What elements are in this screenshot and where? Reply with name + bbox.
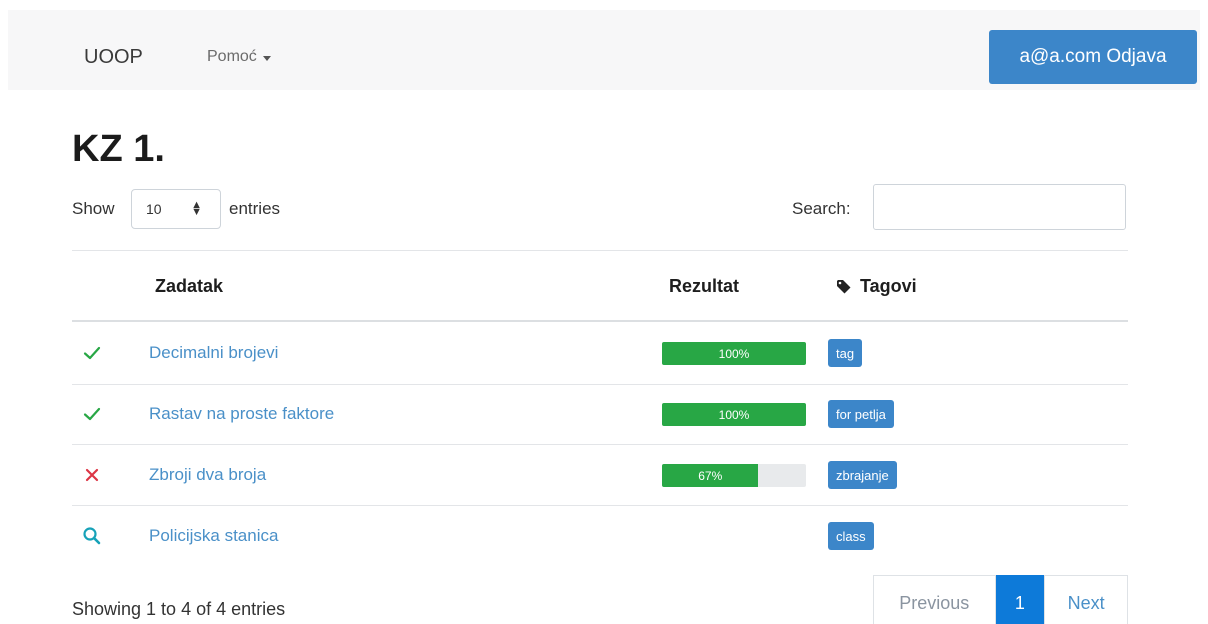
task-link[interactable]: Decimalni brojevi — [149, 343, 278, 363]
pagination-previous[interactable]: Previous — [873, 575, 996, 624]
table-row: Policijska stanica class — [72, 506, 1128, 567]
tag-badge[interactable]: tag — [828, 339, 863, 367]
navbar: UOOP Pomoć a@a.com Odjava — [8, 10, 1200, 90]
column-header-tags[interactable]: Tagovi — [836, 276, 917, 297]
table-top-divider — [72, 250, 1128, 251]
column-header-tags-label: Tagovi — [860, 276, 917, 296]
entries-per-page-select[interactable]: 10 ▲ ▼ — [131, 189, 221, 229]
select-arrows-icon: ▲ ▼ — [191, 199, 202, 218]
task-link[interactable]: Policijska stanica — [149, 526, 278, 546]
table-row: Decimalni brojevi 100% tag — [72, 323, 1128, 384]
tag-badge[interactable]: for petlja — [828, 400, 894, 428]
search-icon — [83, 527, 101, 545]
cross-icon — [85, 468, 99, 482]
column-header-task[interactable]: Zadatak — [155, 276, 223, 297]
help-menu-dropdown[interactable]: Pomoć — [207, 48, 271, 66]
task-link[interactable]: Rastav na proste faktore — [149, 404, 334, 424]
logout-button[interactable]: a@a.com Odjava — [989, 30, 1197, 84]
table-header-divider — [72, 320, 1128, 322]
pagination-next[interactable]: Next — [1044, 575, 1128, 624]
pagination: Previous 1 Next — [873, 575, 1128, 624]
search-input[interactable] — [873, 184, 1126, 230]
caret-down-icon — [262, 55, 271, 61]
tag-icon — [837, 279, 851, 293]
result-progress-label: 67% — [662, 464, 759, 487]
table-info: Showing 1 to 4 of 4 entries — [72, 599, 286, 619]
table-row: Zbroji dva broja 67% zbrajanje — [72, 445, 1128, 506]
result-progress-bar: 100% — [662, 403, 806, 426]
tag-badge[interactable]: class — [828, 522, 874, 550]
table-row: Rastav na proste faktore 100% for petlja — [72, 384, 1128, 445]
search-label: Search: — [792, 199, 851, 218]
check-icon — [83, 346, 101, 360]
task-link[interactable]: Zbroji dva broja — [149, 465, 266, 485]
column-header-result[interactable]: Rezultat — [669, 276, 739, 297]
help-menu-label: Pomoć — [207, 48, 257, 65]
pagination-page-1[interactable]: 1 — [995, 575, 1045, 624]
result-progress-bar: 100% — [662, 342, 806, 365]
page-title: KZ 1. — [72, 128, 165, 170]
show-label: Show — [72, 199, 115, 218]
result-progress-label: 100% — [662, 403, 806, 426]
tag-badge[interactable]: zbrajanje — [828, 461, 897, 489]
entries-per-page-value: 10 — [146, 201, 162, 217]
brand-link[interactable]: UOOP — [84, 46, 143, 69]
result-progress-bar: 67% — [662, 464, 806, 487]
result-progress-label: 100% — [662, 342, 806, 365]
entries-label: entries — [229, 199, 281, 218]
check-icon — [83, 407, 101, 421]
